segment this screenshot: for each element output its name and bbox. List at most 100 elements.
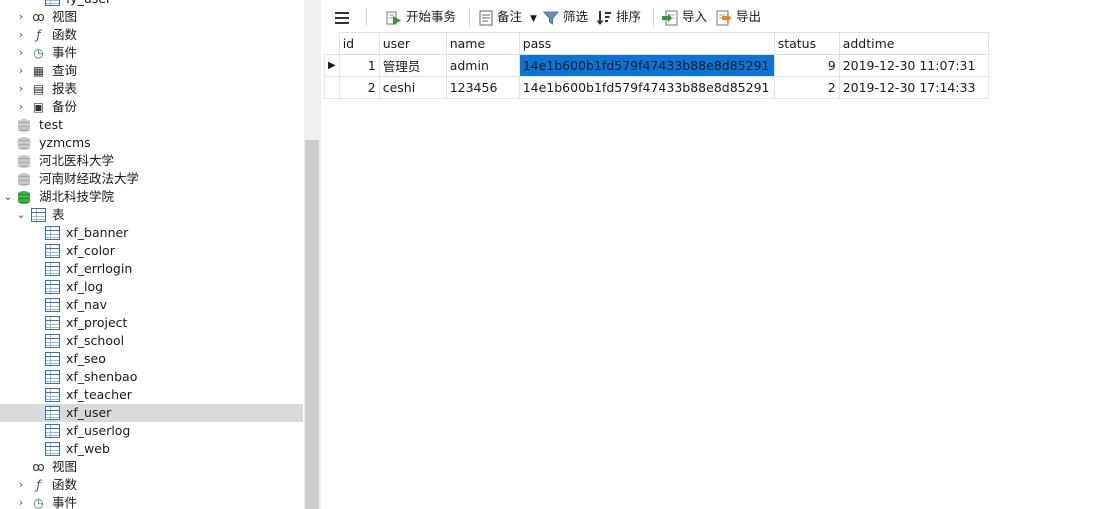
database-icon (18, 119, 30, 132)
navigator-scrollbar-thumb[interactable] (305, 140, 319, 509)
column-header-status[interactable]: status (773, 32, 840, 55)
navigator-item-label: xf_userlog (66, 423, 131, 438)
table-icon (45, 352, 60, 366)
row-header[interactable] (324, 76, 340, 99)
cell-status[interactable]: 2 (773, 76, 840, 99)
expand-arrow-icon[interactable]: › (15, 494, 27, 509)
navigator-item-label: xf_teacher (66, 387, 132, 402)
table-icon (45, 388, 60, 402)
navigator-item[interactable]: xf_banner (0, 224, 303, 242)
navigator-item-label: 事件 (52, 45, 78, 60)
cell-addtime[interactable]: 2019-12-30 17:14:33 (838, 76, 989, 99)
import-label: 导入 (682, 9, 708, 24)
column-header-user[interactable]: user (378, 32, 447, 55)
navigator-item[interactable]: ꝏ 视图 (0, 458, 303, 476)
view-icon: ꝏ (32, 10, 45, 24)
event-icon: ◷ (33, 496, 44, 509)
table-icon (45, 226, 60, 240)
navigator-item-label: xf_seo (66, 351, 106, 366)
navigator-item[interactable]: xf_web (0, 440, 303, 458)
toolbar-separator (653, 8, 654, 26)
import-button[interactable]: 导入 (662, 6, 707, 28)
navigator-item-label: xf_shenbao (66, 369, 138, 384)
navigator-item[interactable]: › ◷ 事件 (0, 494, 303, 509)
navigator-item[interactable]: fy_user (0, 0, 303, 8)
cell-status[interactable]: 9 (773, 54, 840, 77)
navigator-item[interactable]: xf_errlogin (0, 260, 303, 278)
navigator-item[interactable]: › ◷ 事件 (0, 44, 303, 62)
expand-arrow-icon[interactable]: › (15, 80, 27, 98)
function-icon: ƒ (36, 478, 41, 492)
export-button[interactable]: 导出 (716, 6, 761, 28)
cell-id[interactable]: 1 (338, 54, 380, 77)
navigator-item[interactable]: › ▣ 备份 (0, 98, 303, 116)
navigator-item[interactable]: xf_userlog (0, 422, 303, 440)
table-icon (45, 370, 60, 384)
row-header-corner[interactable] (324, 32, 340, 55)
import-icon (662, 10, 678, 25)
navigator-item[interactable]: xf_teacher (0, 386, 303, 404)
cell-pass[interactable]: 14e1b600b1fd579f47433b88e8d85291 (518, 76, 775, 99)
expand-arrow-icon[interactable]: › (15, 26, 27, 44)
navigator-item[interactable]: xf_user (0, 404, 303, 422)
navigator-item[interactable]: xf_log (0, 278, 303, 296)
navigator-item[interactable]: yzmcms (0, 134, 303, 152)
column-header-name[interactable]: name (445, 32, 520, 55)
navigator-item[interactable]: xf_project (0, 314, 303, 332)
filter-button[interactable]: 筛选 (543, 6, 588, 28)
expand-arrow-icon[interactable]: › (15, 98, 27, 116)
navigator-item[interactable]: xf_school (0, 332, 303, 350)
expand-arrow-icon[interactable]: › (15, 62, 27, 80)
cell-name[interactable]: 123456 (445, 76, 520, 99)
menu-button[interactable] (334, 6, 354, 28)
navigator-item[interactable]: › ▤ 报表 (0, 80, 303, 98)
navigator-item-label: 函数 (52, 477, 78, 492)
expand-arrow-icon[interactable]: › (15, 8, 27, 26)
collapse-arrow-icon[interactable]: ⌄ (2, 188, 14, 206)
navigator-item-label: 河北医科大学 (39, 153, 115, 168)
cell-id[interactable]: 2 (338, 76, 380, 99)
begin-transaction-button[interactable]: 开始事务 (386, 6, 456, 28)
navigator-item[interactable]: xf_nav (0, 296, 303, 314)
navigator-item[interactable]: ⌄ 湖北科技学院 (0, 188, 303, 206)
expand-arrow-icon[interactable]: › (15, 44, 27, 62)
navigator-item-label: 河南财经政法大学 (39, 171, 140, 186)
navigator-item[interactable]: › ▦ 查询 (0, 62, 303, 80)
memo-button[interactable]: 备注 ▼ (479, 6, 537, 28)
cell-pass-selected[interactable]: 14e1b600b1fd579f47433b88e8d85291 (518, 54, 775, 77)
cell-user[interactable]: ceshi (378, 76, 447, 99)
cell-addtime[interactable]: 2019-12-30 11:07:31 (838, 54, 989, 77)
cell-user[interactable]: 管理员 (378, 54, 447, 77)
sort-icon (596, 10, 611, 25)
navigator-item[interactable]: test (0, 116, 303, 134)
navigator-item[interactable]: › ꝏ 视图 (0, 8, 303, 26)
cell-name[interactable]: admin (445, 54, 520, 77)
object-navigator[interactable]: fy_user › ꝏ 视图 › ƒ 函数 › ◷ 事件 › ▦ 查询 › ▤ 报表 › ▣ 备份 test yzmcm… (0, 0, 304, 509)
navigator-item[interactable]: › ƒ 函数 (0, 476, 303, 494)
navigator-item-label: 查询 (52, 63, 78, 78)
data-grid[interactable]: id user name pass status addtime ▶ 1 管理员… (322, 32, 1118, 509)
table-row[interactable]: ▶ 1 管理员 admin 14e1b600b1fd579f47433b88e8… (324, 54, 989, 77)
navigator-item-label: 报表 (52, 81, 78, 96)
backup-icon: ▣ (32, 100, 45, 114)
navigator-item[interactable]: 河北医科大学 (0, 152, 303, 170)
table-icon (45, 244, 60, 258)
column-header-pass[interactable]: pass (518, 32, 775, 55)
navigator-item[interactable]: xf_color (0, 242, 303, 260)
navigator-item[interactable]: 河南财经政法大学 (0, 170, 303, 188)
column-header-id[interactable]: id (338, 32, 380, 55)
navigator-item[interactable]: xf_seo (0, 350, 303, 368)
current-row-indicator-icon[interactable]: ▶ (324, 54, 340, 77)
navigator-item[interactable]: ⌄ 表 (0, 206, 303, 224)
expand-arrow-icon[interactable]: › (15, 476, 27, 494)
column-header-addtime[interactable]: addtime (838, 32, 989, 55)
memo-dropdown-arrow-icon[interactable]: ▼ (530, 14, 537, 24)
play-transaction-icon (386, 11, 401, 25)
sort-button[interactable]: 排序 (596, 6, 641, 28)
collapse-arrow-icon[interactable]: ⌄ (15, 206, 27, 224)
navigator-item[interactable]: › ƒ 函数 (0, 26, 303, 44)
navigator-item-label: 视图 (52, 9, 78, 24)
begin-transaction-label: 开始事务 (406, 9, 457, 24)
table-row[interactable]: 2 ceshi 123456 14e1b600b1fd579f47433b88e… (324, 76, 989, 99)
navigator-item[interactable]: xf_shenbao (0, 368, 303, 386)
